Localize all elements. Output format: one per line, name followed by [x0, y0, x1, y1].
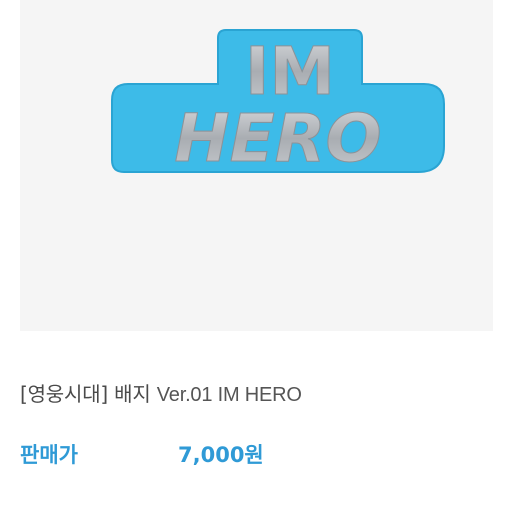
logo-line1: IM	[245, 33, 335, 110]
price-label: 판매가	[20, 443, 78, 467]
price-row: 판매가 7,000원	[20, 439, 490, 469]
product-title: [영웅시대] 배지 Ver.01 IM HERO	[20, 378, 302, 407]
product-title-version: Ver.01 IM HERO	[156, 384, 302, 406]
price-value: 7,000원	[178, 443, 264, 467]
logo-line2: HERO	[174, 100, 381, 177]
product-title-prefix: [영웅시대] 배지	[20, 382, 151, 406]
im-hero-badge-logo: IM HERO	[111, 29, 445, 178]
product-page: IM HERO [영웅시대] 배지 Ver.01 IM HERO 판매가 7,0…	[0, 0, 514, 514]
product-image[interactable]: IM HERO	[20, 0, 493, 331]
